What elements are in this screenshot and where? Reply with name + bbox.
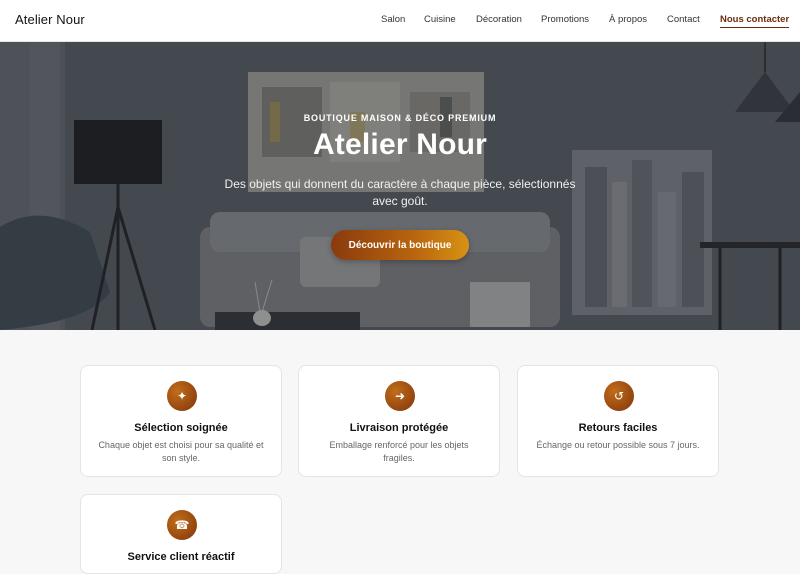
nav-decoration[interactable]: Décoration bbox=[476, 14, 522, 25]
refresh-icon: ↺ bbox=[604, 381, 634, 411]
feature-description: Emballage renforcé pour les objets fragi… bbox=[329, 440, 469, 463]
feature-title: Service client réactif bbox=[127, 551, 235, 563]
nav-a-propos[interactable]: À propos bbox=[609, 14, 647, 25]
feature-title: Retours faciles bbox=[578, 422, 658, 434]
hero-kicker: BOUTIQUE MAISON & DÉCO PREMIUM bbox=[303, 113, 497, 123]
nav-cuisine[interactable]: Cuisine bbox=[424, 14, 456, 25]
feature-card-livraison: ➜ Livraison protégée Emballage renforcé … bbox=[298, 365, 500, 477]
hero-title: Atelier Nour bbox=[312, 128, 488, 161]
phone-icon: ☎ bbox=[167, 510, 197, 540]
site-header: Atelier Nour Salon Cuisine Décoration Pr… bbox=[0, 0, 800, 42]
nav-nous-contacter[interactable]: Nous contacter bbox=[720, 14, 790, 28]
nav-promotions[interactable]: Promotions bbox=[541, 14, 589, 25]
feature-title: Sélection soignée bbox=[134, 422, 228, 434]
nav-salon[interactable]: Salon bbox=[381, 14, 405, 25]
feature-card-selection: ✦ Sélection soignée Chaque objet est cho… bbox=[80, 365, 282, 477]
feature-description: Échange ou retour possible sous 7 jours. bbox=[536, 440, 700, 450]
discover-shop-button[interactable]: Découvrir la boutique bbox=[331, 230, 469, 260]
feature-card-retours: ↺ Retours faciles Échange ou retour poss… bbox=[517, 365, 719, 477]
hero-subtitle: Des objets qui donnent du caractère à ch… bbox=[224, 177, 576, 208]
nav-contact[interactable]: Contact bbox=[667, 14, 700, 25]
main-nav: Salon Cuisine Décoration Promotions À pr… bbox=[0, 0, 800, 42]
arrow-right-icon: ➜ bbox=[385, 381, 415, 411]
feature-description: Chaque objet est choisi pour sa qualité … bbox=[98, 440, 264, 463]
hero-banner: BOUTIQUE MAISON & DÉCO PREMIUM Atelier N… bbox=[0, 42, 800, 330]
feature-card-service: ☎ Service client réactif bbox=[80, 494, 282, 574]
sparkle-icon: ✦ bbox=[167, 381, 197, 411]
feature-title: Livraison protégée bbox=[349, 422, 449, 434]
